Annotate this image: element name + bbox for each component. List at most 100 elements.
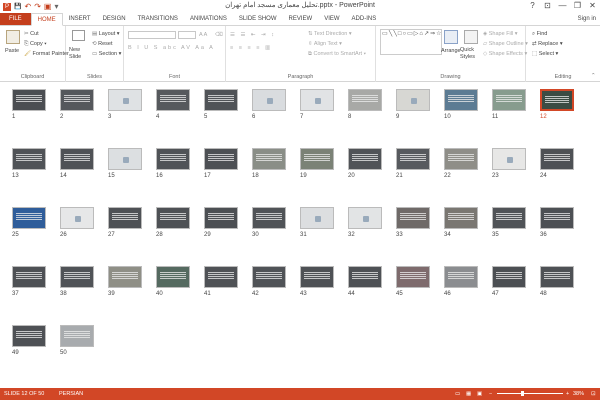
slide-thumbnail[interactable]	[156, 89, 190, 111]
zoom-in-icon[interactable]: +	[566, 388, 569, 400]
shape-outline-button[interactable]: ▱ Shape Outline ▾	[483, 40, 528, 48]
collapse-ribbon-icon[interactable]: ⌃	[591, 72, 596, 80]
clear-format-icon[interactable]: ⌫	[215, 31, 223, 39]
slide-thumbnail[interactable]	[396, 266, 430, 288]
ribbon-display-icon[interactable]: ⊡	[540, 0, 555, 12]
copy-button[interactable]: ⎘ Copy ▾	[24, 40, 47, 48]
slide-thumbnail[interactable]	[492, 148, 526, 170]
slide-thumbnail[interactable]	[156, 266, 190, 288]
zoom-slider-thumb[interactable]	[521, 391, 525, 396]
tab-design[interactable]: DESIGN	[97, 13, 132, 25]
slide-thumbnail[interactable]	[300, 266, 334, 288]
slide-thumbnail[interactable]	[348, 148, 382, 170]
slide-thumbnail[interactable]	[204, 89, 238, 111]
tab-view[interactable]: VIEW	[318, 13, 345, 25]
sign-in-link[interactable]: Sign in	[578, 13, 596, 26]
help-icon[interactable]: ?	[525, 0, 540, 12]
slide-thumbnail[interactable]	[252, 89, 286, 111]
slide-thumbnail[interactable]	[444, 89, 478, 111]
zoom-slider[interactable]	[497, 391, 563, 396]
find-button[interactable]: ⌕ Find	[532, 30, 547, 38]
slide-thumbnail[interactable]	[108, 207, 142, 229]
slide-thumbnail[interactable]	[396, 148, 430, 170]
tab-transitions[interactable]: TRANSITIONS	[132, 13, 184, 25]
slide-thumbnail[interactable]	[444, 266, 478, 288]
font-name-box[interactable]	[128, 31, 176, 39]
text-direction-button[interactable]: ⇅ Text Direction ▾	[308, 30, 352, 38]
zoom-percent[interactable]: 38%	[573, 388, 584, 400]
select-button[interactable]: ⬚ Select ▾	[532, 50, 558, 58]
restore-button[interactable]: ❐	[570, 0, 585, 12]
slide-thumbnail[interactable]	[396, 89, 430, 111]
replace-button[interactable]: ⇄ Replace ▾	[532, 40, 563, 48]
new-slide-button[interactable]: New Slide	[69, 47, 91, 61]
slide-thumbnail[interactable]	[348, 266, 382, 288]
slide-thumbnail[interactable]	[540, 266, 574, 288]
language-indicator[interactable]: PERSIAN	[59, 388, 83, 400]
slide-thumbnail[interactable]	[492, 266, 526, 288]
slide-thumbnail[interactable]	[204, 207, 238, 229]
slide-thumbnail[interactable]	[12, 325, 46, 347]
fit-slide-icon[interactable]: ⊡	[591, 388, 596, 400]
paste-button[interactable]: Paste	[5, 47, 19, 55]
tab-file[interactable]: FILE	[0, 13, 31, 25]
align-icons[interactable]: ≡ ≡ ≡ ≡ ▥	[230, 44, 272, 52]
slide-thumbnail[interactable]	[12, 148, 46, 170]
shape-fill-button[interactable]: ◈ Shape Fill ▾	[483, 30, 518, 38]
tab-animations[interactable]: ANIMATIONS	[184, 13, 233, 25]
zoom-out-icon[interactable]: −	[489, 388, 492, 400]
slide-thumbnail[interactable]	[348, 207, 382, 229]
undo-icon[interactable]: ↶	[24, 2, 31, 12]
save-icon[interactable]: 💾	[14, 2, 21, 12]
slide-thumbnail[interactable]	[300, 207, 334, 229]
reset-button[interactable]: ⟲ Reset	[92, 40, 113, 48]
slide-thumbnail[interactable]	[156, 148, 190, 170]
tab-slide-show[interactable]: SLIDE SHOW	[233, 13, 283, 25]
format-painter-button[interactable]: 🖌 Format Painter	[24, 50, 69, 58]
font-format-icons[interactable]: B I U S abc AV Aa A	[128, 44, 215, 52]
slide-thumbnail[interactable]	[444, 207, 478, 229]
slide-thumbnail[interactable]	[492, 207, 526, 229]
close-button[interactable]: ✕	[585, 0, 600, 12]
slide-thumbnail[interactable]	[60, 325, 94, 347]
layout-button[interactable]: ▤ Layout ▾	[92, 30, 120, 38]
slide-thumbnail[interactable]	[348, 89, 382, 111]
slide-thumbnail[interactable]	[108, 89, 142, 111]
slide-thumbnail[interactable]	[60, 266, 94, 288]
slide-thumbnail[interactable]	[252, 148, 286, 170]
slide-thumbnail[interactable]	[396, 207, 430, 229]
slide-thumbnail[interactable]	[204, 266, 238, 288]
redo-icon[interactable]: ↷	[34, 2, 41, 12]
minimize-button[interactable]: —	[555, 0, 570, 12]
arrange-button[interactable]: Arrange	[441, 47, 461, 55]
slide-sorter-view-icon[interactable]: ▦	[466, 388, 471, 400]
slide-thumbnail[interactable]	[540, 148, 574, 170]
list-icons[interactable]: ☰ ☰ ⇤ ⇥ ↕	[230, 31, 276, 39]
slide-thumbnail[interactable]	[12, 207, 46, 229]
slide-thumbnail[interactable]	[60, 89, 94, 111]
tab-add-ins[interactable]: ADD-INS	[346, 13, 383, 25]
customize-qat-icon[interactable]: ▾	[54, 2, 58, 12]
slide-thumbnail[interactable]	[60, 148, 94, 170]
grow-font-icon[interactable]: A A	[199, 31, 207, 39]
slide-thumbnail[interactable]	[12, 266, 46, 288]
cut-button[interactable]: ✂ Cut	[24, 30, 39, 38]
slide-thumbnail[interactable]	[252, 207, 286, 229]
slide-thumbnail[interactable]	[300, 89, 334, 111]
slide-thumbnail[interactable]	[252, 266, 286, 288]
slide-thumbnail[interactable]	[540, 89, 574, 111]
slide-thumbnail[interactable]	[60, 207, 94, 229]
tab-home[interactable]: HOME	[30, 13, 63, 26]
font-size-box[interactable]	[178, 31, 196, 39]
tab-review[interactable]: REVIEW	[283, 13, 319, 25]
slide-thumbnail[interactable]	[156, 207, 190, 229]
slide-thumbnail[interactable]	[108, 266, 142, 288]
reading-view-icon[interactable]: ▣	[477, 388, 482, 400]
section-button[interactable]: ▭ Section ▾	[92, 50, 121, 58]
slide-thumbnail[interactable]	[108, 148, 142, 170]
slide-thumbnail[interactable]	[540, 207, 574, 229]
slide-thumbnail[interactable]	[492, 89, 526, 111]
slide-thumbnail[interactable]	[300, 148, 334, 170]
shapes-gallery[interactable]: ▭╲╲□○▭▷⌂↗⇒☆{}	[380, 29, 442, 55]
slide-thumbnail[interactable]	[12, 89, 46, 111]
